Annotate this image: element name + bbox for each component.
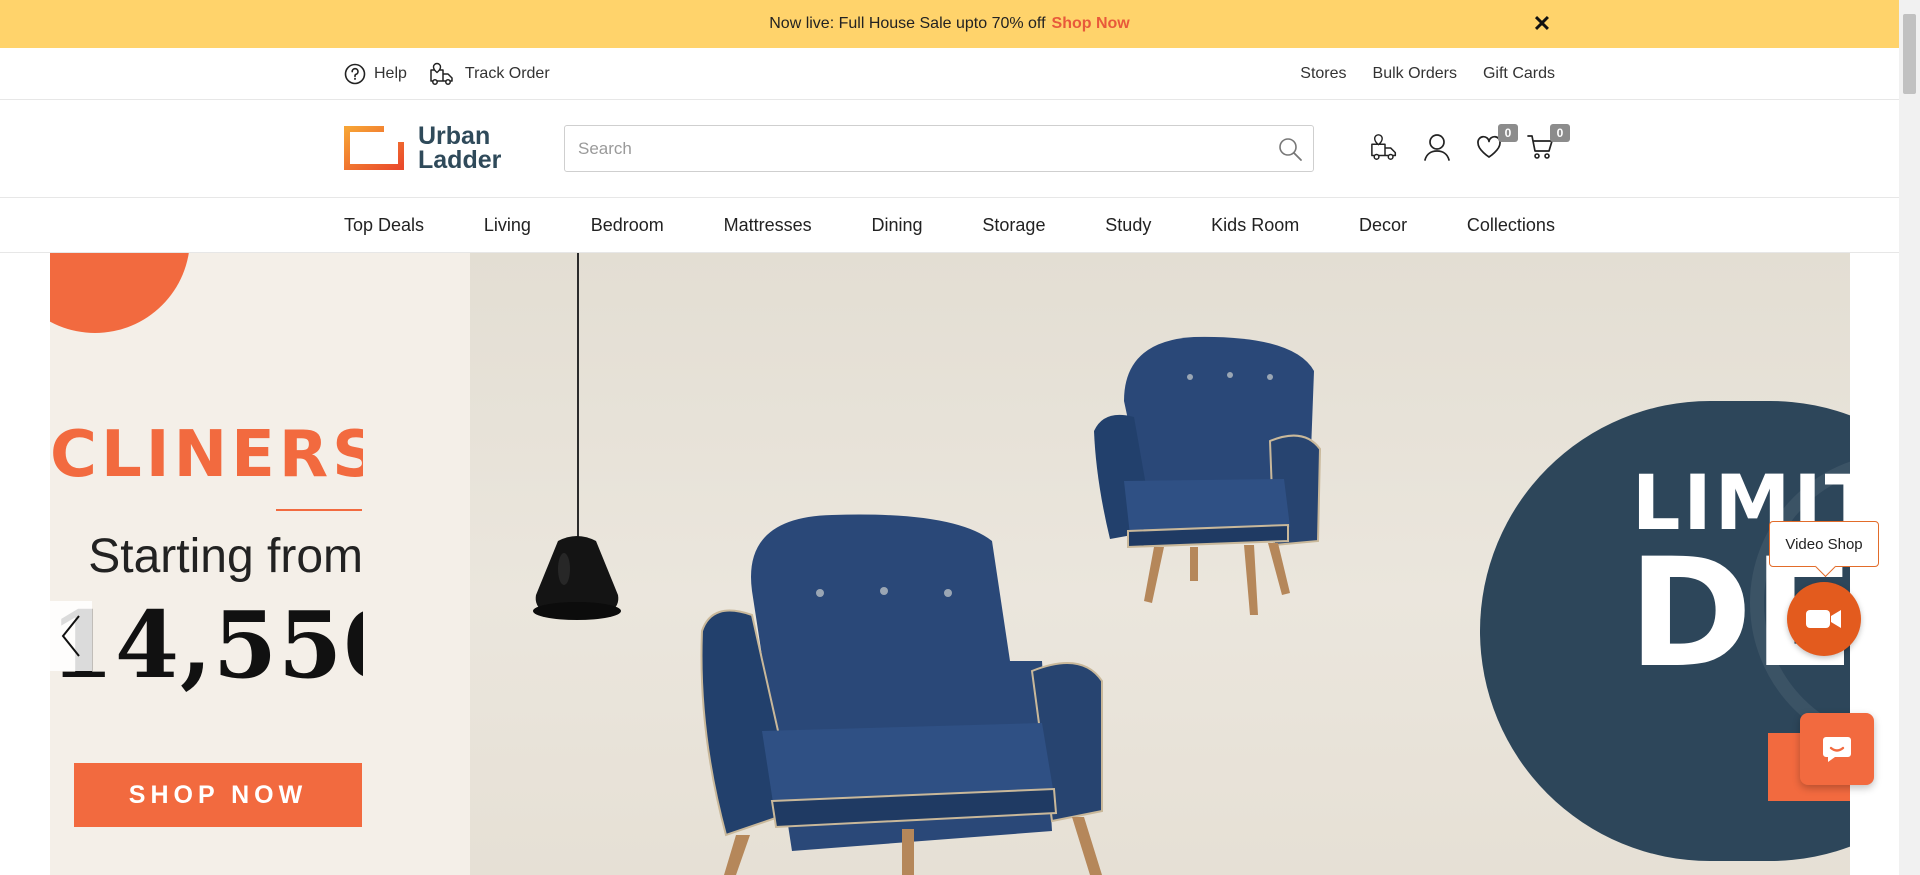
help-link[interactable]: Help (344, 63, 407, 85)
nav-item-mattresses[interactable]: Mattresses (724, 215, 812, 236)
shop-now-button[interactable]: SHOP NOW (74, 763, 362, 827)
logo-line-1: Urban (418, 122, 491, 150)
video-shop-tooltip: Video Shop (1769, 521, 1879, 567)
bulk-orders-link[interactable]: Bulk Orders (1373, 65, 1457, 83)
utility-bar: Help Track Order Stores Bulk Orders Gift… (0, 48, 1899, 100)
video-camera-icon (1806, 610, 1841, 628)
promo-banner: Now live: Full House Sale upto 70% off S… (0, 0, 1899, 48)
user-icon (1424, 134, 1450, 161)
help-label: Help (374, 65, 407, 82)
pendant-lamp-image (533, 536, 621, 620)
nav-item-study[interactable]: Study (1105, 215, 1151, 236)
gift-cards-link[interactable]: Gift Cards (1483, 65, 1555, 83)
account-button[interactable] (1422, 130, 1452, 164)
store-locator-button[interactable] (1370, 130, 1400, 164)
wishlist-button[interactable]: 0 (1474, 124, 1518, 164)
search-bar (564, 125, 1314, 172)
nav-item-collections[interactable]: Collections (1467, 215, 1555, 236)
search-input[interactable] (565, 126, 1255, 171)
nav-item-decor[interactable]: Decor (1359, 215, 1407, 236)
nav-item-dining[interactable]: Dining (872, 215, 923, 236)
track-order-icon (430, 62, 453, 85)
help-icon (344, 63, 366, 85)
wishlist-count-badge: 0 (1498, 124, 1518, 142)
hero-price: 14,550 (50, 591, 363, 699)
logo-wordmark: Urban Ladder (418, 122, 502, 174)
armchair-large-image (700, 514, 1103, 875)
hero-divider (276, 509, 362, 511)
hero-carousel[interactable]: CLINERS Starting from 14,550 SHOP NOW LI… (50, 253, 1850, 875)
video-shop-button[interactable] (1787, 582, 1861, 656)
track-order-link[interactable]: Track Order (429, 62, 550, 86)
close-icon[interactable]: ✕ (1530, 12, 1554, 36)
promo-shop-now-link[interactable]: Shop Now (1052, 15, 1130, 33)
cart-count-badge: 0 (1550, 124, 1570, 142)
nav-item-bedroom[interactable]: Bedroom (591, 215, 664, 236)
logo-line-2: Ladder (418, 146, 502, 174)
hero-subtitle: Starting from (88, 530, 363, 583)
chat-support-button[interactable] (1800, 713, 1874, 785)
nav-item-top-deals[interactable]: Top Deals (344, 215, 424, 236)
chevron-left-icon (61, 615, 80, 657)
delivery-location-icon (1371, 134, 1397, 160)
header-actions: 0 0 (1370, 124, 1570, 164)
category-nav: Top Deals Living Bedroom Mattresses Dini… (0, 198, 1899, 253)
carousel-prev-button[interactable] (50, 601, 92, 671)
page-scrollbar[interactable] (1899, 0, 1920, 875)
nav-item-kids-room[interactable]: Kids Room (1211, 215, 1299, 236)
nav-item-living[interactable]: Living (484, 215, 531, 236)
promo-text: Now live: Full House Sale upto 70% off (769, 15, 1046, 32)
logo-mark-icon (344, 126, 404, 170)
search-icon[interactable] (1277, 136, 1303, 162)
track-order-label: Track Order (464, 65, 550, 82)
lamp-cord (577, 253, 579, 543)
urban-ladder-logo[interactable]: Urban Ladder (344, 122, 502, 174)
cart-button[interactable]: 0 (1526, 124, 1570, 164)
stores-link[interactable]: Stores (1300, 65, 1346, 83)
chat-bubble-icon (1823, 737, 1851, 762)
nav-item-storage[interactable]: Storage (982, 215, 1045, 236)
hero-title: CLINERS (50, 418, 363, 492)
scrollbar-thumb[interactable] (1903, 14, 1916, 94)
